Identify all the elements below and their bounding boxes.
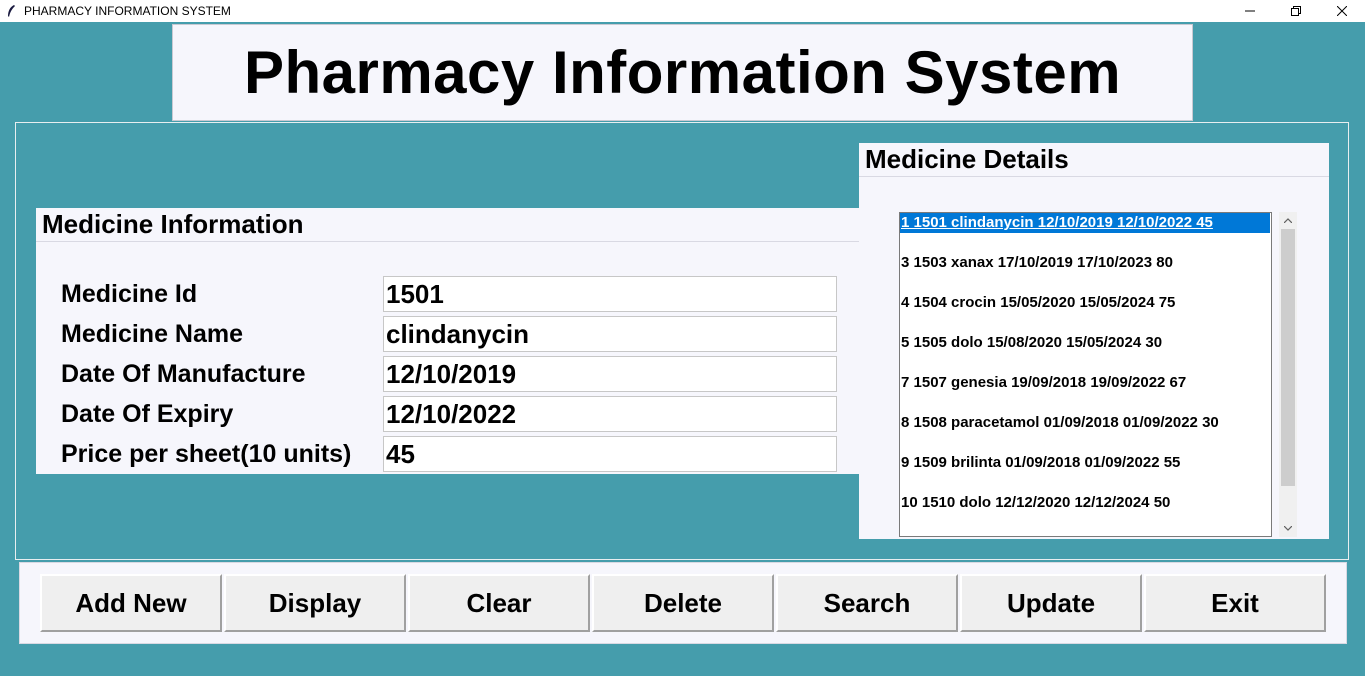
delete-button[interactable]: Delete [592,574,774,632]
restore-button[interactable] [1273,0,1319,22]
panel-divider [36,241,860,242]
window-titlebar: PHARMACY INFORMATION SYSTEM [0,0,1365,22]
manufacture-date-input[interactable] [383,356,837,392]
expiry-date-input[interactable] [383,396,837,432]
medicine-id-label: Medicine Id [61,280,198,308]
list-item[interactable]: 1 1501 clindanycin 12/10/2019 12/10/2022… [900,213,1270,233]
restore-icon [1291,6,1301,16]
price-row: Price per sheet(10 units) [36,436,860,476]
manufacture-date-label: Date Of Manufacture [61,360,306,388]
medicine-name-row: Medicine Name [36,316,860,356]
scroll-down-button[interactable] [1279,520,1297,537]
window-title: PHARMACY INFORMATION SYSTEM [24,4,231,18]
minimize-button[interactable] [1227,0,1273,22]
page-title: Pharmacy Information System [243,39,1122,106]
medicine-details-title: Medicine Details [859,143,1073,176]
scroll-thumb[interactable] [1281,229,1295,486]
medicine-details-list[interactable]: 1 1501 clindanycin 12/10/2019 12/10/2022… [899,212,1272,537]
search-button[interactable]: Search [776,574,958,632]
medicine-information-panel: Medicine Information Medicine Id Medicin… [36,208,860,474]
list-item[interactable]: 7 1507 genesia 19/09/2018 19/09/2022 67 [900,373,1271,393]
clear-button[interactable]: Clear [408,574,590,632]
list-item[interactable]: 5 1505 dolo 15/08/2020 15/05/2024 30 [900,333,1271,353]
list-item[interactable]: 10 1510 dolo 12/12/2020 12/12/2024 50 [900,493,1271,513]
medicine-details-panel: Medicine Details 1 1501 clindanycin 12/1… [859,143,1329,539]
medicine-name-input[interactable] [383,316,837,352]
price-label: Price per sheet(10 units) [61,440,352,468]
chevron-down-icon [1284,526,1292,531]
list-item[interactable]: 9 1509 brilinta 01/09/2018 01/09/2022 55 [900,453,1271,473]
add-new-button[interactable]: Add New [40,574,222,632]
minimize-icon [1245,10,1255,12]
list-item[interactable]: 4 1504 crocin 15/05/2020 15/05/2024 75 [900,293,1271,313]
medicine-name-label: Medicine Name [61,320,244,348]
button-bar: Add New Display Clear Delete Search Upda… [19,562,1347,644]
exit-button[interactable]: Exit [1144,574,1326,632]
expiry-date-row: Date Of Expiry [36,396,860,436]
medicine-id-row: Medicine Id [36,276,860,316]
display-button[interactable]: Display [224,574,406,632]
list-scrollbar[interactable] [1279,212,1297,537]
medicine-information-title: Medicine Information [36,208,308,241]
close-icon [1337,6,1347,16]
panel-divider [859,176,1329,177]
feather-icon [8,5,15,17]
list-item[interactable]: 3 1503 xanax 17/10/2019 17/10/2023 80 [900,253,1271,273]
page-title-box: Pharmacy Information System [172,24,1193,121]
medicine-id-input[interactable] [383,276,837,312]
chevron-up-icon [1284,218,1292,223]
manufacture-date-row: Date Of Manufacture [36,356,860,396]
update-button[interactable]: Update [960,574,1142,632]
scroll-up-button[interactable] [1279,212,1297,229]
expiry-date-label: Date Of Expiry [61,400,234,428]
list-item[interactable]: 8 1508 paracetamol 01/09/2018 01/09/2022… [900,413,1271,433]
close-button[interactable] [1319,0,1365,22]
price-input[interactable] [383,436,837,472]
